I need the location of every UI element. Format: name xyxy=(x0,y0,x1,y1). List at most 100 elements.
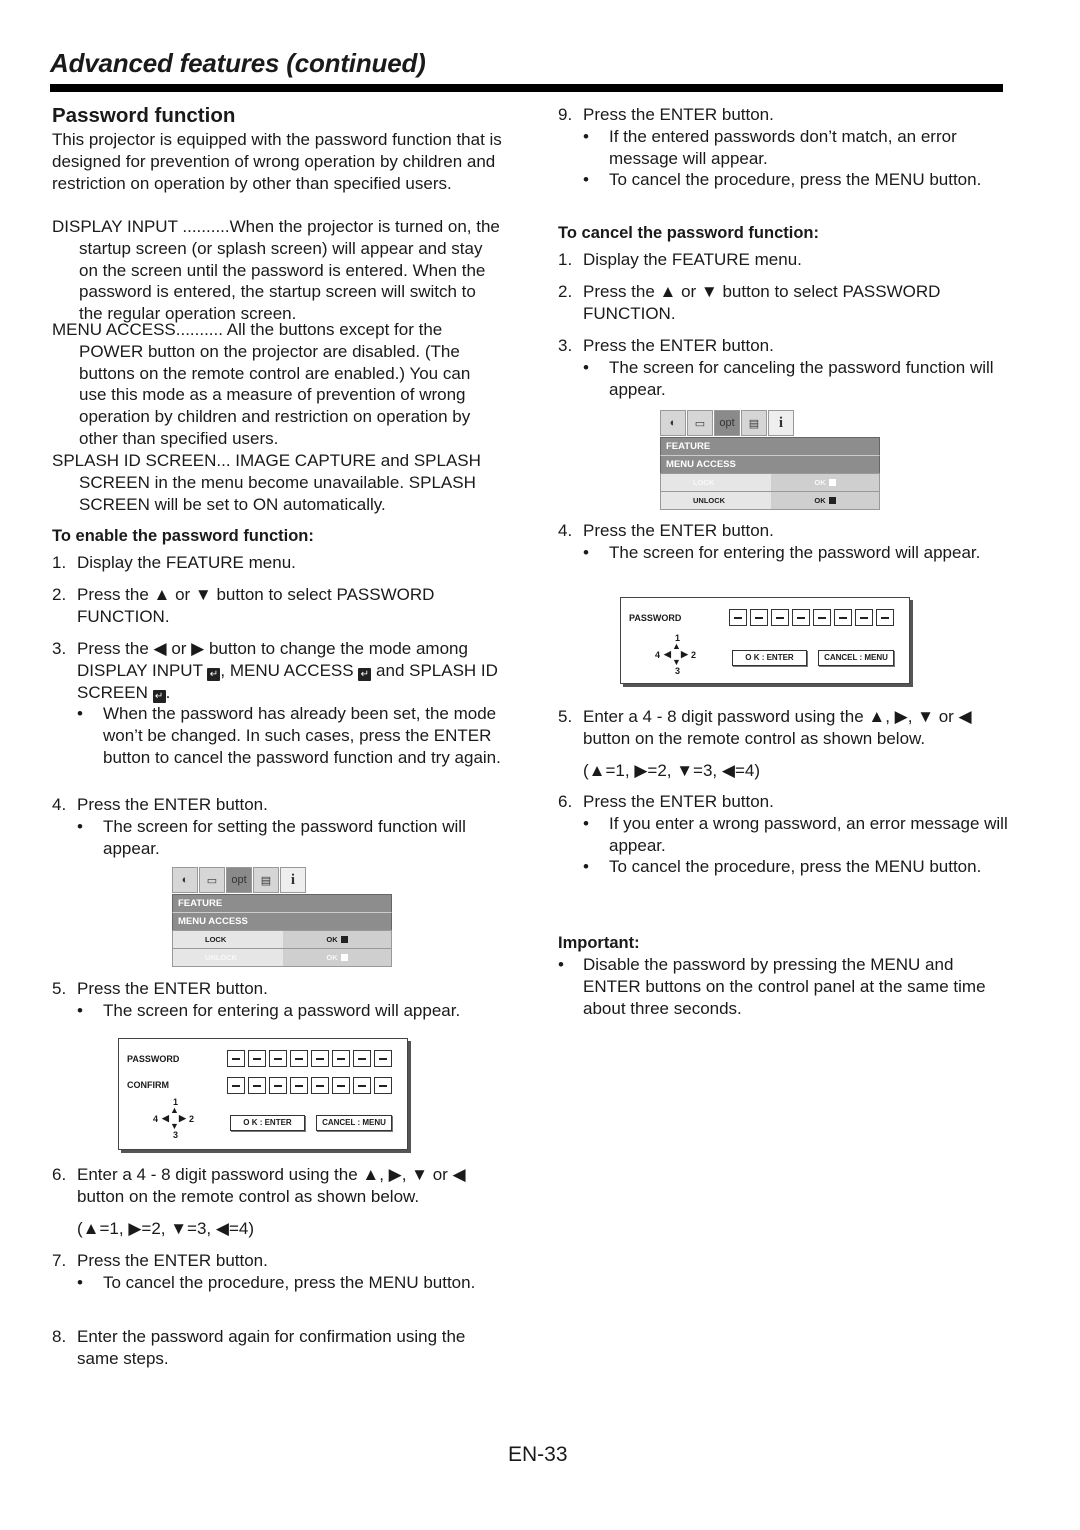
digit-box xyxy=(855,609,873,626)
step-number: 9. xyxy=(558,105,573,124)
arrow-up-icon: ▲ xyxy=(672,641,681,651)
digit-box xyxy=(771,609,789,626)
step-text: Display the FEATURE menu. xyxy=(77,553,296,572)
option-lock: LOCK OK xyxy=(172,930,392,949)
mode-term: MENU ACCESS.......... xyxy=(52,320,223,339)
enable-step-6: 6. Enter a 4 - 8 digit password using th… xyxy=(52,1164,502,1239)
step-number: 7. xyxy=(52,1251,67,1270)
dpad-diagram: 1 ▲ 4 ◀ ▶ 2 ▼ 3 xyxy=(153,1097,203,1140)
bullet-icon: • xyxy=(77,1272,83,1292)
step-text: Press the ◀ or ▶ button to change the mo… xyxy=(77,639,498,703)
step-text: Enter a 4 - 8 digit password using the ▲… xyxy=(583,707,972,748)
step-text: Display the FEATURE menu. xyxy=(583,250,802,269)
enable-step-7: 7. Press the ENTER button. • To cancel t… xyxy=(52,1250,502,1294)
image-icon: ▭ xyxy=(687,410,713,436)
bullet-icon: • xyxy=(583,126,589,146)
step-text: Press the ENTER button. xyxy=(77,979,268,998)
digit-box xyxy=(374,1050,392,1067)
menu-title-bar: FEATURE xyxy=(172,894,392,912)
digit-box xyxy=(792,609,810,626)
enable-step-2: 2. Press the ▲ or ▼ button to select PAS… xyxy=(52,584,502,628)
intro-paragraph: This projector is equipped with the pass… xyxy=(52,130,502,193)
enable-step-8: 8. Enter the password again for confirma… xyxy=(52,1326,502,1370)
dpad-right-label: 2 xyxy=(691,650,697,660)
bullet-icon: • xyxy=(558,955,564,974)
bullet-icon: • xyxy=(583,357,589,377)
digit-box xyxy=(290,1077,308,1094)
option-lock: LOCK OK xyxy=(660,473,880,492)
picture-icon: ◐ xyxy=(660,410,686,436)
dpad-diagram: 1 ▲ 4 ◀ ▶ 2 ▼ 3 xyxy=(655,633,705,676)
step-text: Press the ENTER button. xyxy=(583,521,774,540)
arrow-left-icon: ◀ xyxy=(162,1113,169,1123)
arrow-right-icon: ▶ xyxy=(179,1113,186,1123)
password-digits xyxy=(227,1050,395,1067)
step-bullet: • The screen for entering a password wil… xyxy=(77,1000,461,1020)
digit-box xyxy=(227,1050,245,1067)
step-bullet: • To cancel the procedure, press the MEN… xyxy=(583,857,982,877)
arrow-right-icon: ▶ xyxy=(681,649,688,659)
menu-tab-bar: ◐ ▭ opt ▤ i xyxy=(172,867,392,894)
step-bullet: • If the entered passwords don’t match, … xyxy=(583,126,957,168)
confirm-label: CONFIRM xyxy=(127,1080,169,1090)
enable-step-4: 4. Press the ENTER button. • The screen … xyxy=(52,794,502,859)
enter-key-icon: ↵ xyxy=(207,667,221,681)
page-number: EN-33 xyxy=(508,1443,568,1466)
step-number: 4. xyxy=(558,521,573,540)
info-icon: i xyxy=(280,867,306,893)
step-text: Enter a 4 - 8 digit password using the ▲… xyxy=(77,1165,466,1206)
step-text: Press the ENTER button. xyxy=(77,795,268,814)
digit-box xyxy=(374,1077,392,1094)
step-bullet: • When the password has already been set… xyxy=(77,704,501,767)
digit-box xyxy=(248,1050,266,1067)
step-number: 1. xyxy=(558,250,573,269)
step-bullet: • If you enter a wrong password, an erro… xyxy=(583,813,1008,855)
digit-box xyxy=(750,609,768,626)
confirm-digits xyxy=(227,1077,395,1094)
step-number: 3. xyxy=(558,336,573,355)
dpad-right-label: 2 xyxy=(189,1114,195,1124)
digit-box xyxy=(311,1050,329,1067)
digit-box xyxy=(269,1077,287,1094)
step-bullet: • The screen for setting the password fu… xyxy=(77,816,466,858)
installation-icon: ▤ xyxy=(253,867,279,893)
cancel-menu-button: CANCEL : MENU xyxy=(316,1115,392,1131)
enable-step-1: 1. Display the FEATURE menu. xyxy=(52,552,502,574)
digit-box xyxy=(729,609,747,626)
digit-box xyxy=(876,609,894,626)
enable-heading: To enable the password function: xyxy=(52,527,314,545)
bullet-icon: • xyxy=(77,704,83,724)
installation-icon: ▤ xyxy=(741,410,767,436)
bullet-icon: • xyxy=(77,1000,83,1020)
step-bullet: • The screen for entering the password w… xyxy=(583,542,981,562)
important-note: • Disable the password by pressing the M… xyxy=(558,955,986,1018)
menu-tab-bar: ◐ ▭ opt ▤ i xyxy=(660,410,880,437)
digit-mapping: (▲=1, ▶=2, ▼=3, ◀=4) xyxy=(583,760,760,780)
enter-key-icon xyxy=(828,497,836,504)
step-text: Press the ▲ or ▼ button to select PASSWO… xyxy=(583,282,941,323)
digit-box xyxy=(332,1050,350,1067)
digit-box xyxy=(248,1077,266,1094)
enable-step-5: 5. Press the ENTER button. • The screen … xyxy=(52,978,502,1022)
step-number: 6. xyxy=(558,792,573,811)
step-number: 2. xyxy=(52,585,67,604)
step-number: 1. xyxy=(52,553,67,572)
step-text: Press the ENTER button. xyxy=(583,336,774,355)
arrow-left-icon: ◀ xyxy=(664,649,671,659)
bullet-icon: • xyxy=(583,542,589,562)
step-text: Press the ENTER button. xyxy=(583,105,774,124)
step-number: 5. xyxy=(52,979,67,998)
dpad-down-label: 3 xyxy=(675,666,681,676)
mode-menu-access: MENU ACCESS.......... All the buttons ex… xyxy=(52,319,502,450)
mode-term: SPLASH ID SCREEN... xyxy=(52,451,231,470)
step-text: Enter the password again for confirmatio… xyxy=(77,1327,466,1368)
option-unlock: UNLOCK OK xyxy=(172,949,392,967)
title-rule xyxy=(50,84,1003,92)
digit-box xyxy=(813,609,831,626)
enter-key-icon: ↵ xyxy=(152,689,166,703)
dpad-left-label: 4 xyxy=(153,1114,159,1124)
mode-display-input: DISPLAY INPUT ..........When the project… xyxy=(52,216,502,325)
dpad-down-label: 3 xyxy=(173,1130,179,1140)
cancel-step-2: 2. Press the ▲ or ▼ button to select PAS… xyxy=(558,281,1008,325)
ok-enter-button: O K : ENTER xyxy=(230,1115,305,1131)
